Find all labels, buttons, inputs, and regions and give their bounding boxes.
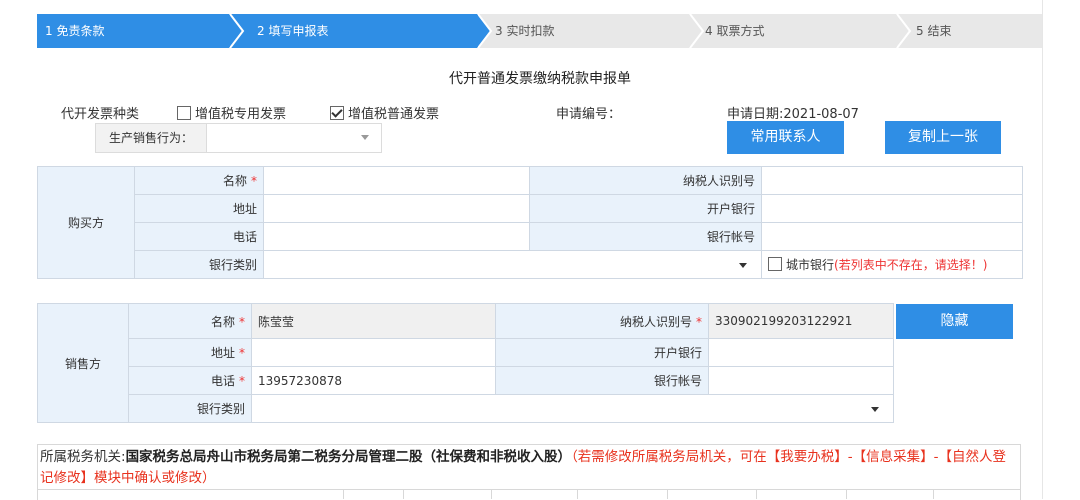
buyer-section-label: 购买方	[37, 166, 135, 279]
copy-previous-button[interactable]: 复制上一张	[885, 121, 1001, 154]
seller-name-field: 陈莹莹	[251, 303, 496, 339]
seller-bank-type-label: 银行类别	[128, 394, 252, 423]
buyer-name-field[interactable]	[263, 166, 530, 195]
seller-phone-label: 电话 *	[128, 366, 252, 395]
step-4-label: 4 取票方式	[705, 24, 765, 38]
tax-authority-box: 所属税务机关:国家税务总局舟山市税务局第二税务分局管理二股（社保费和非税收入股）…	[37, 444, 1021, 500]
common-contacts-button[interactable]: 常用联系人	[727, 121, 844, 154]
step-1: 1 免责条款	[37, 14, 242, 48]
buyer-bank-field[interactable]	[761, 194, 1023, 223]
table-divider	[491, 489, 492, 499]
table-divider	[577, 489, 578, 499]
special-invoice-checkbox[interactable]	[177, 106, 191, 120]
step-1-label: 1 免责条款	[45, 24, 105, 38]
table-divider	[933, 489, 934, 499]
buyer-bank-type-label: 银行类别	[134, 250, 264, 279]
behavior-label: 生产销售行为：	[96, 124, 207, 152]
buyer-address-label: 地址	[134, 194, 264, 223]
buyer-phone-field[interactable]	[263, 222, 530, 251]
seller-bank-type-select[interactable]	[251, 394, 894, 423]
buyer-name-label: 名称 *	[134, 166, 264, 195]
city-bank-checkbox[interactable]	[768, 257, 782, 271]
progress-steps: 1 免责条款 2 填写申报表 3 实时扣款 4 取票方式 5 结束	[37, 14, 1042, 48]
table-divider	[403, 489, 404, 499]
empty-cell	[893, 366, 1022, 395]
step-3-label: 3 实时扣款	[495, 24, 555, 38]
invoice-type-label: 代开发票种类	[61, 107, 140, 122]
step-2-label: 2 填写申报表	[257, 24, 329, 38]
application-date: 申请日期:2021-08-07	[727, 107, 859, 122]
general-invoice-option[interactable]: 增值税普通发票	[330, 103, 439, 122]
step-2: 2 填写申报表	[230, 14, 490, 48]
buyer-account-field[interactable]	[761, 222, 1023, 251]
city-bank-label: 城市银行	[786, 258, 835, 272]
seller-address-label: 地址 *	[128, 338, 252, 367]
table-divider	[667, 489, 668, 499]
buyer-phone-label: 电话	[134, 222, 264, 251]
seller-account-field[interactable]	[708, 366, 894, 395]
table-divider	[846, 489, 847, 499]
table-divider	[343, 489, 344, 499]
seller-phone-field[interactable]: 13957230878	[251, 366, 496, 395]
buyer-address-field[interactable]	[263, 194, 530, 223]
buyer-bank-label: 开户银行	[529, 194, 762, 223]
bottom-table-edge	[37, 489, 1021, 490]
seller-taxid-label: 纳税人识别号 *	[495, 303, 709, 339]
empty-cell	[893, 394, 1022, 423]
step-3: 3 实时扣款	[478, 14, 702, 48]
step-5: 5 结束	[897, 14, 1042, 48]
city-bank-hint: (若列表中不存在，请选择！)	[834, 258, 988, 272]
hide-button[interactable]: 隐藏	[896, 303, 1013, 339]
special-invoice-option[interactable]: 增值税专用发票	[177, 103, 286, 122]
buyer-table: 购买方 名称 * 纳税人识别号 地址 开户银行 电话 银行帐号 银行类别 城市银行…	[37, 166, 1023, 279]
chevron-down-icon	[871, 407, 879, 412]
buyer-city-bank: 城市银行(若列表中不存在，请选择！)	[761, 250, 1023, 279]
seller-address-field[interactable]	[251, 338, 496, 367]
seller-account-label: 银行帐号	[495, 366, 709, 395]
buyer-taxid-field[interactable]	[761, 166, 1023, 195]
seller-section-label: 销售方	[37, 303, 129, 423]
behavior-dropdown-icon	[361, 135, 369, 140]
seller-bank-field[interactable]	[708, 338, 894, 367]
step-4: 4 取票方式	[690, 14, 909, 48]
tax-authority-name: 国家税务总局舟山市税务局第二税务分局管理二股（社保费和非税收入股）	[125, 449, 572, 465]
behavior-select[interactable]: 生产销售行为：	[95, 123, 382, 153]
buyer-bank-type-select[interactable]	[263, 250, 762, 279]
general-invoice-checkbox[interactable]	[330, 106, 344, 120]
hide-button-cell: 隐藏	[893, 303, 1022, 339]
seller-table: 销售方 名称 * 陈莹莹 纳税人识别号 * 330902199203122921 隐…	[37, 303, 1022, 423]
seller-taxid-field: 330902199203122921	[708, 303, 894, 339]
buyer-taxid-label: 纳税人识别号	[529, 166, 762, 195]
seller-bank-label: 开户银行	[495, 338, 709, 367]
chevron-down-icon	[739, 263, 747, 268]
table-divider	[756, 489, 757, 499]
tax-authority-prefix: 所属税务机关:	[40, 449, 126, 465]
special-invoice-label: 增值税专用发票	[195, 107, 287, 122]
buyer-account-label: 银行帐号	[529, 222, 762, 251]
step-5-label: 5 结束	[916, 24, 952, 38]
form-title: 代开普通发票缴纳税款申报单	[449, 71, 631, 87]
empty-cell	[893, 338, 1022, 367]
seller-name-label: 名称 *	[128, 303, 252, 339]
general-invoice-label: 增值税普通发票	[348, 107, 440, 122]
application-no-label: 申请编号：	[556, 107, 622, 122]
